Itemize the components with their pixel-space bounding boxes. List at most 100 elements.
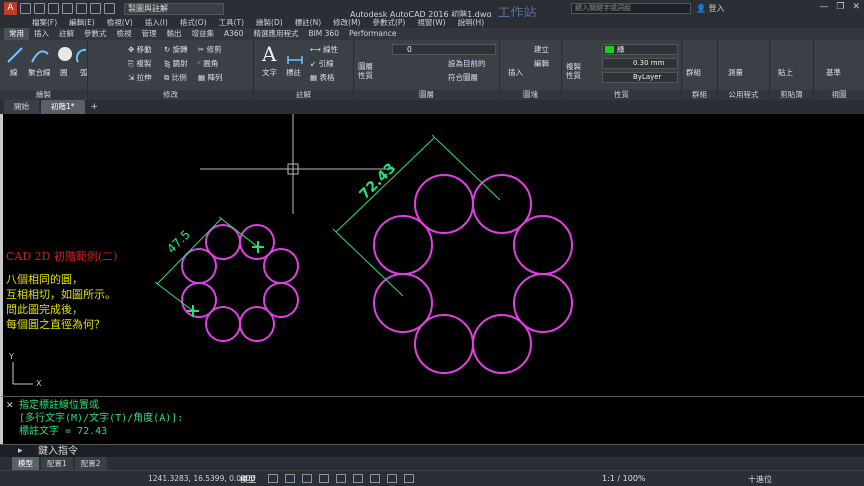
command-input-bar[interactable]: ▸ 鍵入指令 — [0, 444, 864, 457]
text-button[interactable]: 文字 — [262, 67, 277, 78]
save-icon[interactable] — [48, 3, 59, 14]
selection-cycling-icon[interactable] — [404, 474, 414, 483]
layer-dropdown[interactable]: 0 — [392, 44, 496, 55]
minimize-icon[interactable]: — — [819, 2, 828, 12]
layer-properties-button[interactable]: 圖層 性質 — [358, 62, 373, 80]
grid-icon[interactable] — [268, 474, 278, 483]
tab-layout1[interactable]: 配置1 — [41, 457, 73, 470]
scale-button[interactable]: ⧉ 比例 — [164, 72, 187, 83]
leader-button[interactable]: ↙ 引線 — [310, 58, 334, 69]
tab-annotate[interactable]: 註解 — [54, 28, 79, 40]
linear-button[interactable]: ⟷ 線性 — [310, 44, 338, 55]
menu-draw[interactable]: 繪製(D) — [250, 17, 289, 28]
print-icon[interactable] — [76, 3, 87, 14]
menu-dimension[interactable]: 標註(N) — [289, 17, 327, 28]
rotate-button[interactable]: ↻ 旋轉 — [164, 44, 188, 55]
dimension-icon[interactable] — [286, 46, 304, 64]
menu-window[interactable]: 視窗(W) — [411, 17, 451, 28]
polar-icon[interactable] — [319, 474, 329, 483]
fillet-button[interactable]: ◜ 圓角 — [198, 58, 218, 69]
line-button[interactable]: 線 — [10, 67, 18, 78]
color-dropdown[interactable]: 綠 — [602, 44, 678, 55]
tab-addins[interactable]: 增益集 — [187, 28, 220, 40]
open-icon[interactable] — [34, 3, 45, 14]
annotation-scale[interactable]: 1:1 / 100% — [602, 474, 646, 483]
save-as-icon[interactable] — [62, 3, 73, 14]
trim-button[interactable]: ✂ 修剪 — [198, 44, 222, 55]
command-settings-icon[interactable]: ✕ — [6, 401, 14, 411]
tab-model[interactable]: 模型 — [12, 457, 39, 470]
tab-bim360[interactable]: BIM 360 — [303, 28, 344, 40]
properties-panel-title[interactable]: 性質 — [562, 90, 681, 100]
model-space-button[interactable]: 模型 — [240, 474, 256, 485]
menu-edit[interactable]: 編輯(E) — [63, 17, 101, 28]
search-input[interactable]: 鍵入關鍵字或詞組 — [571, 3, 691, 14]
tab-a360[interactable]: A360 — [219, 28, 248, 40]
measure-button[interactable]: 測量 — [728, 67, 743, 78]
menu-insert[interactable]: 插入(I) — [139, 17, 174, 28]
draw-panel-title[interactable]: 繪製 — [0, 90, 87, 100]
drawing-canvas[interactable]: 47.5 72.43 Y X — [0, 114, 864, 396]
array-button[interactable]: ▦ 陣列 — [198, 72, 222, 83]
arc-icon[interactable] — [76, 46, 88, 64]
table-button[interactable]: ▦ 表格 — [310, 72, 334, 83]
ortho-icon[interactable] — [302, 474, 312, 483]
tab-manage[interactable]: 管理 — [137, 28, 162, 40]
move-button[interactable]: ✥ 移動 — [128, 44, 152, 55]
view-panel-title[interactable]: 視圖 — [814, 90, 864, 100]
circle-icon[interactable] — [56, 45, 74, 63]
tab-parametric[interactable]: 參數式 — [79, 28, 112, 40]
undo-icon[interactable] — [90, 3, 101, 14]
paste-button[interactable]: 貼上 — [778, 67, 793, 78]
menu-modify[interactable]: 修改(M) — [327, 17, 366, 28]
stretch-button[interactable]: ⇲ 拉伸 — [128, 72, 152, 83]
units-button[interactable]: 十進位 — [748, 474, 772, 485]
clipboard-panel-title[interactable]: 剪貼簿 — [770, 90, 813, 100]
base-view-button[interactable]: 基準 — [826, 67, 841, 78]
modify-panel-title[interactable]: 修改 — [88, 90, 253, 100]
command-prompt-icon[interactable]: ▸ — [18, 446, 23, 456]
tab-performance[interactable]: Performance — [344, 28, 402, 40]
annotation-panel-title[interactable]: 註解 — [254, 90, 353, 100]
otrack-icon[interactable] — [353, 474, 363, 483]
tab-drawing[interactable]: 初階1* — [41, 100, 85, 114]
arc-button[interactable]: 弧 — [80, 67, 88, 78]
tab-home[interactable]: 常用 — [4, 28, 29, 40]
layers-panel-title[interactable]: 圖層 — [354, 90, 499, 100]
edit-block-button[interactable]: 編輯 — [534, 58, 549, 69]
text-icon[interactable]: A — [262, 42, 276, 66]
lineweight-icon[interactable] — [370, 474, 380, 483]
groups-panel-title[interactable]: 群組 — [682, 90, 717, 100]
dimension-button[interactable]: 標註 — [286, 67, 301, 78]
set-current-button[interactable]: 設為目前的 — [448, 58, 486, 69]
utilities-panel-title[interactable]: 公用程式 — [718, 90, 769, 100]
tab-layout2[interactable]: 配置2 — [74, 457, 107, 470]
redo-icon[interactable] — [104, 3, 115, 14]
menu-parametric[interactable]: 參數式(P) — [366, 17, 411, 28]
tab-featured-apps[interactable]: 精選應用程式 — [248, 28, 303, 40]
new-tab-icon[interactable]: + — [87, 100, 103, 114]
lineweight-dropdown[interactable]: 0.30 mm — [602, 58, 678, 69]
tab-insert[interactable]: 插入 — [29, 28, 54, 40]
menu-format[interactable]: 格式(O) — [174, 17, 213, 28]
snap-icon[interactable] — [285, 474, 295, 483]
osnap-icon[interactable] — [336, 474, 346, 483]
menu-file[interactable]: 檔案(F) — [26, 17, 63, 28]
copy-button[interactable]: ⎘ 複製 — [128, 58, 151, 69]
menu-help[interactable]: 說明(H) — [452, 17, 491, 28]
insert-block-button[interactable]: 插入 — [508, 67, 523, 78]
linetype-dropdown[interactable]: ByLayer — [602, 72, 678, 83]
restore-icon[interactable]: ❐ — [836, 2, 844, 12]
match-layer-button[interactable]: 符合圖層 — [448, 72, 478, 83]
transparency-icon[interactable] — [387, 474, 397, 483]
menu-view[interactable]: 檢視(V) — [101, 17, 139, 28]
new-icon[interactable] — [20, 3, 31, 14]
tab-output[interactable]: 輸出 — [162, 28, 187, 40]
line-icon[interactable] — [6, 46, 24, 64]
login-link[interactable]: 👤 登入 — [696, 3, 725, 14]
mirror-button[interactable]: ⧎ 鏡射 — [164, 58, 188, 69]
polyline-icon[interactable] — [30, 46, 50, 64]
close-icon[interactable]: ✕ — [852, 2, 860, 12]
tab-start[interactable]: 開始 — [4, 100, 39, 114]
block-panel-title[interactable]: 圖塊 — [500, 90, 561, 100]
